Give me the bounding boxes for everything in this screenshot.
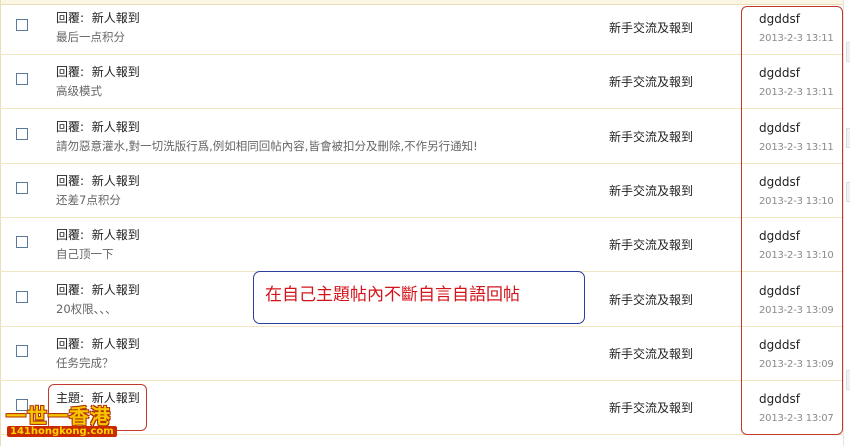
scrollbar-marker [846, 42, 850, 62]
post-title-prefix: 回覆: [56, 282, 85, 297]
post-forum-link[interactable]: 新手交流及報到 [609, 399, 693, 416]
post-forum-link[interactable]: 新手交流及報到 [609, 345, 693, 362]
watermark-logo-text: 一世一香港 [6, 404, 111, 428]
post-thread-name[interactable]: 新人報到 [92, 65, 140, 79]
post-forum-link[interactable]: 新手交流及報到 [609, 291, 693, 308]
post-title-prefix: 回覆: [56, 228, 85, 243]
post-thread-name[interactable]: 新人報到 [92, 174, 140, 188]
post-title[interactable]: 回覆: 新人報到 [56, 335, 140, 352]
site-watermark: 一世一香港 141hongkong.com [2, 398, 127, 442]
post-forum-link[interactable]: 新手交流及報到 [609, 19, 693, 36]
row-checkbox[interactable] [16, 19, 28, 31]
post-title[interactable]: 回覆: 新人報到 [56, 281, 140, 298]
row-checkbox[interactable] [16, 181, 28, 194]
post-forum-link[interactable]: 新手交流及報到 [609, 128, 693, 145]
row-checkbox[interactable] [16, 236, 28, 249]
post-excerpt: 請勿惡意灌水,對一切洗版行爲,例如相同回帖內容,皆會被扣分及刪除,不作另行通知! [56, 138, 478, 153]
post-excerpt: 还差7点积分 [56, 192, 121, 207]
annotation-callout: 在自己主題帖內不斷自言自語回帖 [253, 271, 585, 324]
post-title-prefix: 回覆: [56, 119, 85, 134]
post-excerpt: 20权限、、、 [56, 301, 117, 316]
post-title-prefix: 回覆: [56, 336, 85, 351]
post-title[interactable]: 回覆: 新人報到 [56, 9, 140, 26]
post-row: 回覆: 新人報到請勿惡意灌水,對一切洗版行爲,例如相同回帖內容,皆會被扣分及刪除… [0, 109, 843, 164]
row-checkbox[interactable] [16, 290, 28, 303]
post-forum-link[interactable]: 新手交流及報到 [609, 73, 693, 90]
watermark-url: 141hongkong.com [7, 426, 117, 437]
post-row: 回覆: 新人報到 最后一点积分 新手交流及報到 dgddsf 2013-2-3 13:1… [0, 0, 843, 55]
scrollbar-marker [846, 182, 850, 202]
post-thread-name[interactable]: 新人報到 [92, 283, 140, 297]
post-excerpt: 自己顶一下 [56, 247, 114, 262]
row-checkbox[interactable] [16, 73, 28, 86]
post-thread-name[interactable]: 新人報到 [92, 11, 140, 25]
post-title[interactable]: 回覆: 新人報到 [56, 63, 140, 80]
post-title-prefix: 回覆: [56, 173, 85, 188]
post-title[interactable]: 回覆: 新人報到 [56, 118, 140, 135]
post-excerpt: 任务完成？ [56, 355, 114, 370]
post-row: 回覆: 新人報到 自己顶一下 新手交流及報到 dgddsf 2013-2-3 13:10 [0, 217, 843, 273]
post-thread-name[interactable]: 新人報到 [92, 228, 140, 242]
scrollbar-marker [846, 370, 850, 390]
post-title[interactable]: 回覆: 新人報到 [56, 226, 140, 243]
post-row: 回覆: 新人報到 高级模式 新手交流及報到 dgddsf 2013-2-3 13:11 [0, 54, 843, 110]
post-row: 回覆: 新人報到 还差7点积分 新手交流及報到 dgddsf 2013-2-3 13:1… [0, 163, 843, 218]
post-title-prefix: 回覆: [56, 65, 85, 80]
post-title-prefix: 回覆: [56, 11, 85, 25]
post-excerpt: 最后一点积分 [56, 30, 125, 44]
post-thread-name[interactable]: 新人報到 [92, 337, 140, 351]
post-forum-link[interactable]: 新手交流及報到 [609, 182, 693, 199]
post-forum-link[interactable]: 新手交流及報到 [609, 236, 693, 253]
scrollbar-marker [846, 128, 850, 148]
post-title[interactable]: 回覆: 新人報到 [56, 172, 140, 189]
post-row: 回覆: 新人報到 任务完成？ 新手交流及報到 dgddsf 2013-2-3 13:09 [0, 326, 843, 381]
annotation-callout-text: 在自己主題帖內不斷自言自語回帖 [265, 285, 520, 305]
author-time-highlight-box [741, 6, 843, 435]
row-checkbox[interactable] [16, 344, 28, 357]
post-thread-name[interactable]: 新人報到 [92, 120, 140, 134]
row-checkbox[interactable] [16, 127, 28, 140]
post-excerpt: 高级模式 [56, 84, 102, 99]
